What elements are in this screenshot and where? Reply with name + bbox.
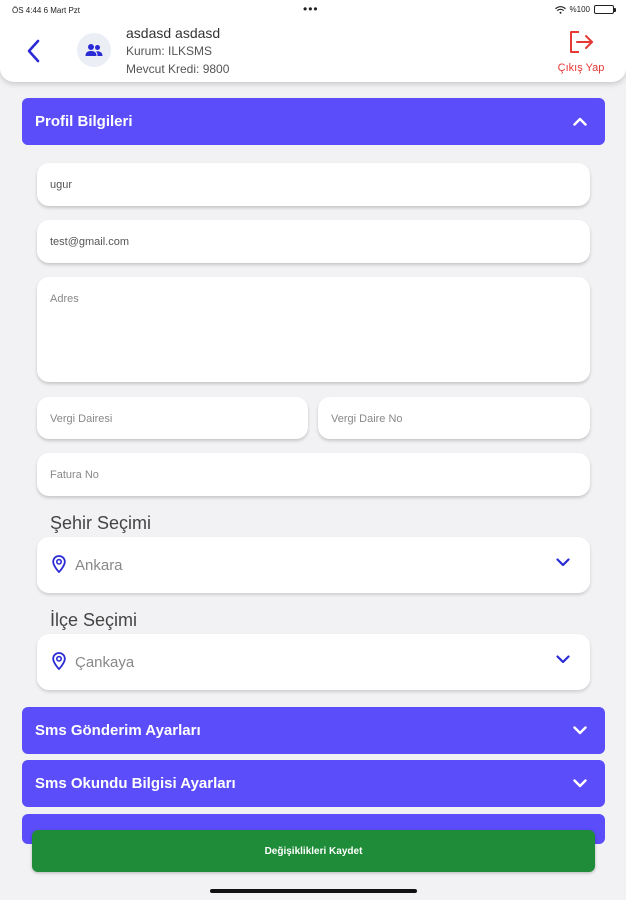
back-button[interactable] (20, 36, 46, 66)
name-field[interactable]: ugur (37, 163, 590, 206)
wifi-icon (554, 5, 566, 14)
invoice-placeholder: Fatura No (50, 469, 99, 481)
address-placeholder: Adres (50, 293, 79, 305)
chevron-up-icon (573, 117, 587, 126)
chevron-down-icon (556, 655, 570, 664)
district-dropdown[interactable]: Çankaya (37, 634, 590, 690)
status-time: ÖS 4:44 6 Mart Pzt (12, 6, 81, 15)
user-info: asdasd asdasd Kurum: ILKSMS Mevcut Kredi… (126, 25, 229, 78)
invoice-field[interactable]: Fatura No (37, 453, 590, 496)
tax-office-placeholder: Vergi Dairesi (50, 413, 113, 425)
credit-text: Mevcut Kredi: 9800 (126, 62, 230, 76)
city-dropdown[interactable]: Ankara (37, 537, 590, 593)
tax-number-field[interactable]: Vergi Daire No (318, 397, 590, 439)
tax-office-field[interactable]: Vergi Dairesi (37, 397, 308, 439)
logout-button[interactable]: Çıkış Yap (554, 30, 608, 74)
institution-text: Kurum: ILKSMS (126, 44, 213, 58)
home-indicator (210, 889, 417, 893)
district-value: Çankaya (75, 654, 135, 671)
location-pin-icon (52, 555, 66, 573)
name-field-value: ugur (50, 179, 73, 191)
sms-read-section-title: Sms Okundu Bilgisi Ayarları (35, 775, 236, 792)
tax-number-placeholder: Vergi Daire No (331, 413, 403, 425)
chevron-down-icon (573, 779, 587, 788)
logout-label: Çıkış Yap (557, 62, 605, 74)
people-icon (85, 44, 103, 56)
email-field[interactable]: test@gmail.com (37, 220, 590, 263)
address-field[interactable]: Adres (37, 277, 590, 382)
save-changes-button[interactable]: Değişiklikleri Kaydet (32, 830, 595, 872)
chevron-down-icon (573, 726, 587, 735)
battery-percent: %100 (569, 5, 590, 14)
avatar (77, 33, 111, 67)
email-field-value: test@gmail.com (50, 236, 130, 248)
chevron-left-icon (27, 39, 40, 63)
sms-sending-section-header[interactable]: Sms Gönderim Ayarları (22, 707, 605, 754)
user-name: asdasd asdasd (126, 25, 221, 41)
sms-read-section-header[interactable]: Sms Okundu Bilgisi Ayarları (22, 760, 605, 807)
sms-sending-section-title: Sms Gönderim Ayarları (35, 722, 201, 739)
district-label: İlçe Seçimi (50, 610, 138, 630)
status-right: %100 (554, 5, 616, 14)
location-pin-icon (52, 652, 66, 670)
multitask-dots[interactable]: ••• (303, 2, 319, 16)
battery-icon (594, 5, 616, 14)
city-label: Şehir Seçimi (50, 513, 152, 533)
chevron-down-icon (556, 558, 570, 567)
logout-icon (570, 31, 593, 53)
profile-section-title: Profil Bilgileri (35, 113, 133, 130)
profile-section-header[interactable]: Profil Bilgileri (22, 98, 605, 145)
city-value: Ankara (75, 557, 123, 574)
status-bar: ÖS 4:44 6 Mart Pzt ••• %100 (0, 0, 626, 20)
